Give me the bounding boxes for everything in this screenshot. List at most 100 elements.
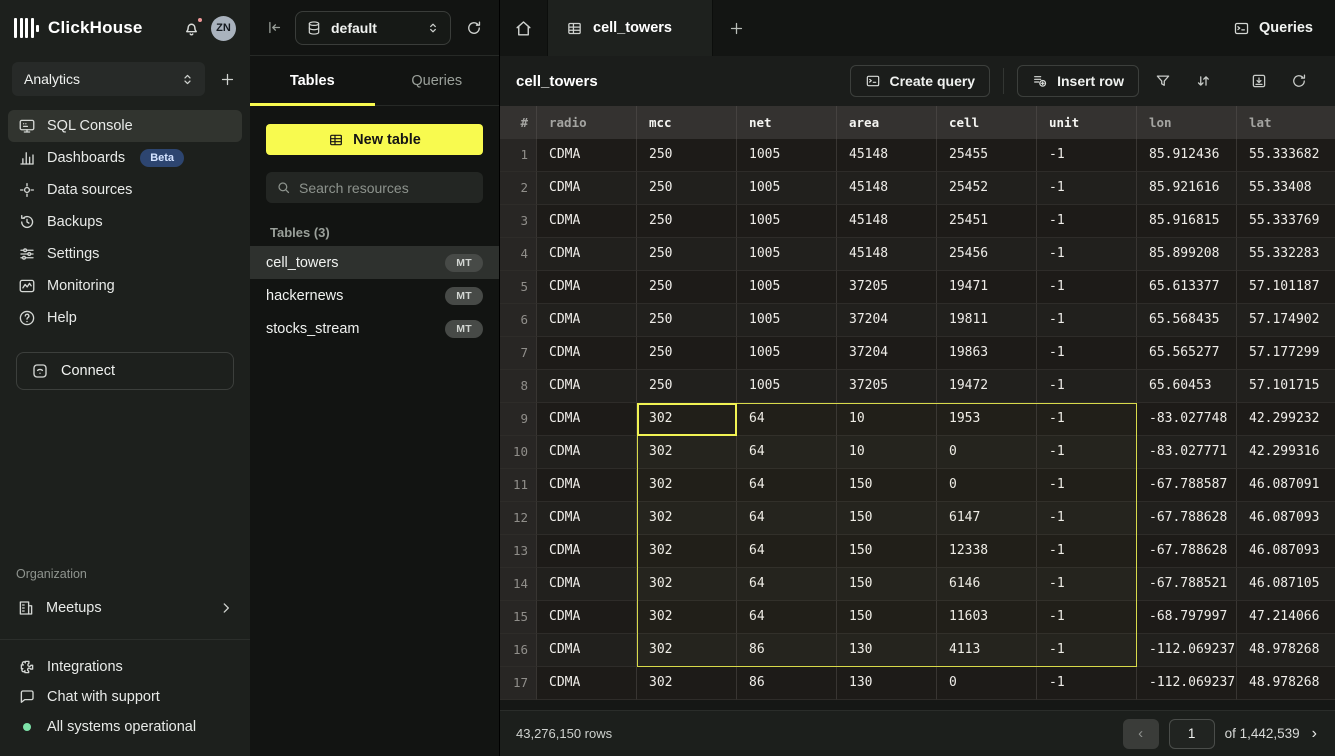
sidebar-item-sql-console[interactable]: SQL Console	[8, 110, 242, 142]
next-page-button[interactable]: ›	[1310, 725, 1319, 743]
grid-cell[interactable]: -1	[1037, 238, 1137, 271]
grid-cell[interactable]: 57.101715	[1237, 370, 1335, 403]
grid-cell[interactable]: 150	[837, 502, 937, 535]
table-list-item-cell-towers[interactable]: cell_towers MT	[250, 246, 499, 279]
grid-cell[interactable]: 1005	[737, 139, 837, 172]
system-status[interactable]: All systems operational	[8, 712, 242, 742]
grid-cell[interactable]: 46.087091	[1237, 469, 1335, 502]
grid-cell[interactable]: -83.027748	[1137, 403, 1237, 436]
grid-cell[interactable]: -1	[1037, 436, 1137, 469]
grid-cell[interactable]: 46.087105	[1237, 568, 1335, 601]
grid-cell[interactable]: 45148	[837, 205, 937, 238]
download-button[interactable]	[1239, 65, 1279, 97]
grid-cell[interactable]: 64	[737, 568, 837, 601]
column-header[interactable]: cell	[937, 106, 1037, 139]
sidebar-item-backups[interactable]: Backups	[8, 206, 242, 238]
grid-cell[interactable]: -1	[1037, 601, 1137, 634]
grid-cell[interactable]: 302	[637, 601, 737, 634]
grid-cell[interactable]: CDMA	[537, 304, 637, 337]
grid-cell[interactable]: CDMA	[537, 370, 637, 403]
avatar[interactable]: ZN	[211, 16, 236, 41]
grid-cell[interactable]: 37204	[837, 337, 937, 370]
grid-cell[interactable]: 302	[637, 502, 737, 535]
queries-button[interactable]: Queries	[1211, 0, 1335, 56]
grid-cell[interactable]: 57.101187	[1237, 271, 1335, 304]
grid-cell[interactable]: 37205	[837, 271, 937, 304]
main-tab-cell-towers[interactable]: cell_towers	[547, 0, 713, 56]
grid-cell[interactable]: -1	[1037, 469, 1137, 502]
grid-cell[interactable]: 42.299232	[1237, 403, 1335, 436]
grid-cell[interactable]: -112.069237	[1137, 634, 1237, 667]
grid-cell[interactable]: 65.568435	[1137, 304, 1237, 337]
grid-cell[interactable]: 302	[637, 634, 737, 667]
grid-cell[interactable]: CDMA	[537, 172, 637, 205]
grid-cell[interactable]: 57.174902	[1237, 304, 1335, 337]
grid-cell[interactable]: 1005	[737, 304, 837, 337]
grid-cell[interactable]: 302	[637, 436, 737, 469]
grid-cell[interactable]: 10	[837, 403, 937, 436]
grid-cell[interactable]: 37205	[837, 370, 937, 403]
grid-cell[interactable]: 64	[737, 469, 837, 502]
search-input[interactable]	[299, 180, 473, 196]
grid-cell[interactable]: CDMA	[537, 238, 637, 271]
grid-cell[interactable]: 250	[637, 337, 737, 370]
column-header[interactable]: radio	[537, 106, 637, 139]
grid-cell[interactable]: CDMA	[537, 469, 637, 502]
grid-cell[interactable]: 85.921616	[1137, 172, 1237, 205]
grid-cell[interactable]: 19811	[937, 304, 1037, 337]
grid-cell[interactable]: 1005	[737, 370, 837, 403]
workspace-select[interactable]: Analytics	[12, 62, 205, 96]
grid-cell[interactable]: CDMA	[537, 568, 637, 601]
grid-cell[interactable]: 85.912436	[1137, 139, 1237, 172]
new-table-button[interactable]: New table	[266, 124, 483, 155]
grid-cell[interactable]: -1	[1037, 634, 1137, 667]
grid-cell[interactable]: CDMA	[537, 403, 637, 436]
grid-cell[interactable]: 12338	[937, 535, 1037, 568]
grid-cell[interactable]: 250	[637, 304, 737, 337]
create-query-button[interactable]: Create query	[850, 65, 991, 97]
grid-cell[interactable]: 46.087093	[1237, 535, 1335, 568]
grid-cell[interactable]: -1	[1037, 667, 1137, 700]
grid-cell[interactable]: 64	[737, 436, 837, 469]
grid-cell[interactable]: 86	[737, 634, 837, 667]
grid-cell[interactable]: 65.60453	[1137, 370, 1237, 403]
grid-cell[interactable]: 250	[637, 139, 737, 172]
grid-cell[interactable]: 65.565277	[1137, 337, 1237, 370]
sidebar-item-chat-support[interactable]: Chat with support	[8, 682, 242, 712]
grid-cell[interactable]: 130	[837, 667, 937, 700]
grid-cell[interactable]: 0	[937, 667, 1037, 700]
grid-cell[interactable]: 250	[637, 205, 737, 238]
grid-cell[interactable]: 302	[637, 403, 737, 436]
add-workspace-button[interactable]	[217, 69, 238, 90]
grid-cell[interactable]: -1	[1037, 370, 1137, 403]
tab-tables[interactable]: Tables	[250, 56, 375, 105]
grid-cell[interactable]: 1005	[737, 337, 837, 370]
grid-cell[interactable]: -1	[1037, 337, 1137, 370]
grid-cell[interactable]: 65.613377	[1137, 271, 1237, 304]
column-header[interactable]: area	[837, 106, 937, 139]
grid-cell[interactable]: -68.797997	[1137, 601, 1237, 634]
grid-cell[interactable]: 45148	[837, 139, 937, 172]
column-header[interactable]: unit	[1037, 106, 1137, 139]
database-select[interactable]: default	[295, 11, 451, 45]
grid-cell[interactable]: 4113	[937, 634, 1037, 667]
grid-cell[interactable]: CDMA	[537, 205, 637, 238]
grid-cell[interactable]: 1953	[937, 403, 1037, 436]
grid-cell[interactable]: 250	[637, 271, 737, 304]
grid-cell[interactable]: -1	[1037, 304, 1137, 337]
grid-cell[interactable]: 19863	[937, 337, 1037, 370]
column-header[interactable]: lon	[1137, 106, 1237, 139]
grid-cell[interactable]: CDMA	[537, 601, 637, 634]
grid-cell[interactable]: 55.333769	[1237, 205, 1335, 238]
grid-cell[interactable]: 6147	[937, 502, 1037, 535]
filter-button[interactable]	[1143, 65, 1183, 97]
sort-button[interactable]	[1183, 65, 1223, 97]
grid-cell[interactable]: CDMA	[537, 139, 637, 172]
grid-cell[interactable]: 37204	[837, 304, 937, 337]
grid-cell[interactable]: 0	[937, 436, 1037, 469]
grid-cell[interactable]: -83.027771	[1137, 436, 1237, 469]
column-header[interactable]: #	[500, 106, 537, 139]
grid-cell[interactable]: 64	[737, 601, 837, 634]
sidebar-item-meetups[interactable]: Meetups	[8, 591, 242, 625]
refresh-table-button[interactable]	[1279, 65, 1319, 97]
